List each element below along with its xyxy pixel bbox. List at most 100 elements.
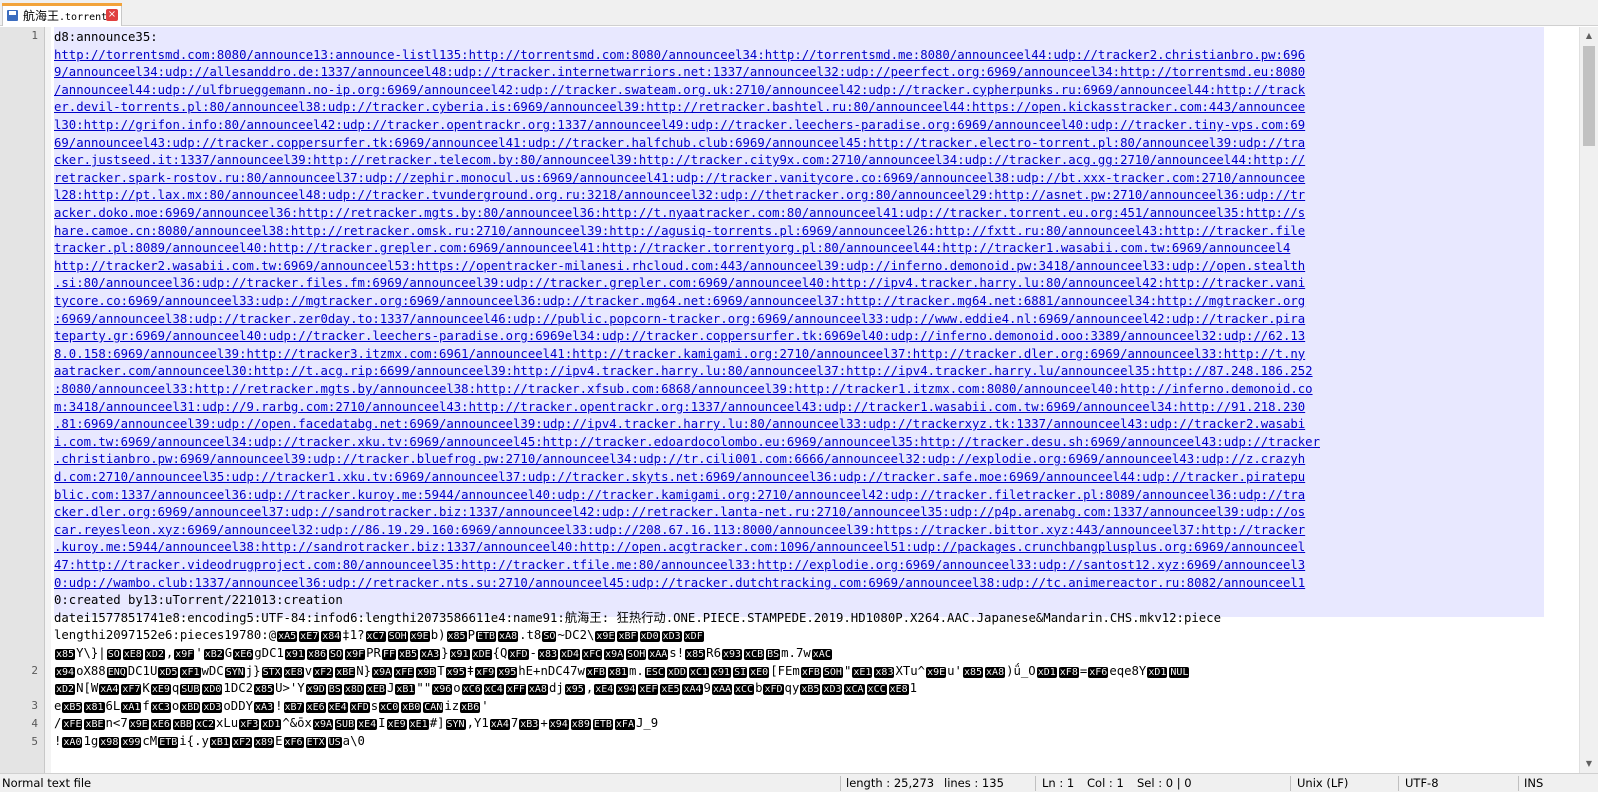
text-line[interactable]: d8:announce35:	[54, 29, 158, 47]
control-char-token: x9D	[305, 684, 326, 696]
scroll-up-arrow-icon[interactable]: ▲	[1580, 27, 1598, 45]
control-char-token: x9F	[174, 649, 195, 660]
text-content[interactable]: d8:announce35: http://torrentsmd.com:8080…	[54, 27, 1564, 773]
text-line[interactable]: cker.justseed.it:1337/announceel39:http:…	[54, 152, 1305, 170]
control-char-token: ETB	[592, 719, 613, 731]
text-line[interactable]: tycore.co:6969/announceel33:udp://mgtrac…	[54, 293, 1305, 311]
control-char-token: xF6	[1088, 666, 1109, 678]
text-line[interactable]: ! xA0 1g x98 x99 cM ETB i{.y xB1 xF2 x89 ExF6 ETX US a…	[54, 733, 365, 751]
text-line[interactable]: 9/announceel34:udp://allesanddro.de:1337…	[54, 64, 1305, 82]
scroll-down-arrow-icon[interactable]: ▼	[1580, 755, 1598, 773]
control-char-token: xFC	[582, 649, 603, 660]
control-char-token: xE8	[283, 666, 304, 678]
editor-area[interactable]: 1 2 3 4 5 d8:announce35: http://torrentsm…	[0, 27, 1598, 773]
file-tab[interactable]: 航海王.torrent ×	[2, 3, 122, 26]
text-line[interactable]: 8.0.158:6969/announceel39:http://tracker…	[54, 346, 1305, 364]
text-line[interactable]: http://torrentsmd.com:8080/announce13:an…	[54, 47, 1305, 65]
control-char-token: x94	[55, 666, 76, 678]
control-char-token: xDF	[683, 631, 704, 643]
text-line[interactable]: datei1577851741e8:encoding5:UTF-84:infod…	[54, 610, 1221, 628]
text-line[interactable]: car.reyesleon.xyz:6969/announceel32:udp:…	[54, 522, 1305, 540]
text-line[interactable]: tracker.pl:8089/announceel40:http://trac…	[54, 240, 1290, 258]
close-icon[interactable]: ×	[106, 9, 118, 21]
line-number: 2	[31, 664, 38, 677]
text-line[interactable]: .si:80/announceel36:udp://tracker.files.…	[54, 275, 1305, 293]
text-line[interactable]: 0:udp://wambo.club:1337/announceel36:udp…	[54, 575, 1305, 593]
control-char-token: x95	[497, 666, 518, 678]
control-char-token: x95	[445, 666, 466, 678]
text-line[interactable]: aatracker.com/announceel30:http://t.acg.…	[54, 363, 1313, 381]
status-mode: INS	[1524, 776, 1544, 790]
text-line[interactable]: hare.camoe.cn:8080/announceel38:http://r…	[54, 223, 1305, 241]
control-char-token: x81	[84, 701, 105, 713]
status-eol: Unix (LF)	[1297, 776, 1349, 790]
line-number: 4	[31, 717, 38, 730]
text-line[interactable]: i.com.tw:6969/announceel34:udp://tracker…	[54, 434, 1320, 452]
control-char-token: xB7	[283, 701, 304, 713]
control-char-token: x85	[254, 684, 275, 696]
control-char-token: xC4	[483, 684, 504, 696]
line-number-gutter: 1 2 3 4 5	[0, 27, 45, 773]
control-char-token: STX	[261, 666, 282, 678]
text-line[interactable]: d.com:2710/announceel35:udp://tracker1.x…	[54, 469, 1305, 487]
text-line[interactable]: .christianbro.pw:6969/announceel39:udp:/…	[54, 451, 1305, 469]
control-char-token: xD2	[144, 649, 165, 660]
scroll-thumb[interactable]	[1583, 46, 1595, 146]
control-char-token: xB5	[397, 649, 419, 660]
control-char-token: x9A	[604, 649, 625, 660]
control-char-token: xE4	[327, 701, 348, 713]
text-line[interactable]: cker.dler.org:6969/announceel37:udp://sa…	[54, 504, 1305, 522]
text-line[interactable]: .81:6969/announceel39:udp://open.facedat…	[54, 416, 1305, 434]
control-char-token: xD3	[661, 631, 682, 643]
control-char-token: xF9	[475, 666, 496, 678]
text-line[interactable]: m:3418/announceel31:udp://9.rarbg.com:27…	[54, 399, 1305, 417]
text-line[interactable]: l28:http://pt.lax.mx:80/announceel48:udp…	[54, 187, 1305, 205]
text-line[interactable]: 69/announceel43:udp://tracker.coppersurf…	[54, 135, 1305, 153]
text-line[interactable]: / xFE xBE n<7 x9E xE6 xBB xC2 xLu xF3 xD1 ^&ōx x9A SU…	[54, 715, 658, 733]
text-line[interactable]: blic.com:1337/announceel36:udp://tracker…	[54, 487, 1305, 505]
control-char-token: SUB	[180, 684, 201, 696]
text-line[interactable]: er.devil-torrents.pl:80/announceel38:udp…	[54, 99, 1305, 117]
vertical-scrollbar[interactable]: ▲ ▼	[1579, 27, 1598, 773]
text-line[interactable]: 47:http://tracker.videodrugproject.com:8…	[54, 557, 1305, 575]
control-char-token: xC3	[150, 701, 171, 713]
control-char-token: xF8	[1058, 666, 1079, 678]
control-char-token: xFB	[800, 666, 821, 678]
text-line[interactable]: l30:http://grifon.info:80/announceel42:u…	[54, 117, 1305, 135]
control-char-token: x94	[616, 684, 637, 696]
text-line[interactable]: /announceel44:udp://ulfbrueggemann.no-ip…	[54, 82, 1305, 100]
text-line[interactable]: .kuroy.me:5944/announceel38:http://sandr…	[54, 539, 1305, 557]
text-line[interactable]: x94 oX88 ENQ DC1U xD5 xF1 wDC SYN j} STX xE8 v xF2 xB…	[54, 663, 1190, 681]
control-char-token: x89	[254, 737, 275, 748]
control-char-token: x91	[284, 649, 305, 660]
text-line[interactable]: lengthi2097152e6:pieces19780:@ xA5 xE7 x84 ‡…	[54, 627, 705, 645]
control-char-token: xBE	[335, 666, 356, 678]
text-line[interactable]: teparty.gr:6969/announceel40:udp://track…	[54, 328, 1305, 346]
control-char-token: xFB	[585, 666, 606, 678]
status-col: Col : 1	[1087, 776, 1124, 790]
control-char-token: xA5	[277, 631, 298, 643]
control-char-token: xCA	[844, 684, 865, 696]
control-char-token: xC2	[194, 719, 215, 731]
text-line[interactable]: http://tracker2.wasabii.com.tw:6969/anno…	[54, 258, 1305, 276]
control-char-token: ETX	[305, 737, 326, 748]
text-line[interactable]: :6969/announceel38:udp://tracker.zer0day…	[54, 311, 1305, 329]
text-line[interactable]: x85 Y\}| SO xE8 xD2, x9F ' xB2 GxE6 gDC1 x91 x86 SO x…	[54, 645, 833, 663]
text-line[interactable]: xD2 N[W xA4 xF7 KxE9 q SUB xD0 1DC2 x85 U>'Y x9D BS x…	[54, 680, 917, 698]
control-char-token: xAA	[648, 649, 669, 660]
control-char-token: xA3	[420, 649, 441, 660]
control-char-token: xEB	[365, 684, 386, 696]
text-line[interactable]: 0:created by13:uTorrent/221013:creation	[54, 592, 343, 610]
status-divider	[1290, 776, 1291, 791]
text-line[interactable]: :8080/announceel33:http://retracker.mgts…	[54, 381, 1313, 399]
text-line[interactable]: e xB5 x81 6L xA1 f xC3 o xBD xD3 oDDY xA3! xB7 xE6 xE4…	[54, 698, 489, 716]
control-char-token: xBD	[180, 701, 201, 713]
text-line[interactable]: retracker.spark-rostov.ru:80/announceel3…	[54, 170, 1305, 188]
control-char-token: xE9	[150, 684, 171, 696]
control-char-token: SO	[542, 631, 557, 643]
control-char-token: xE8	[888, 684, 909, 696]
tab-title: 航海王.torrent	[23, 7, 107, 24]
control-char-token: xC7	[365, 631, 386, 643]
status-divider	[840, 776, 841, 791]
text-line[interactable]: acker.doko.moe:6969/announceel36:http://…	[54, 205, 1305, 223]
